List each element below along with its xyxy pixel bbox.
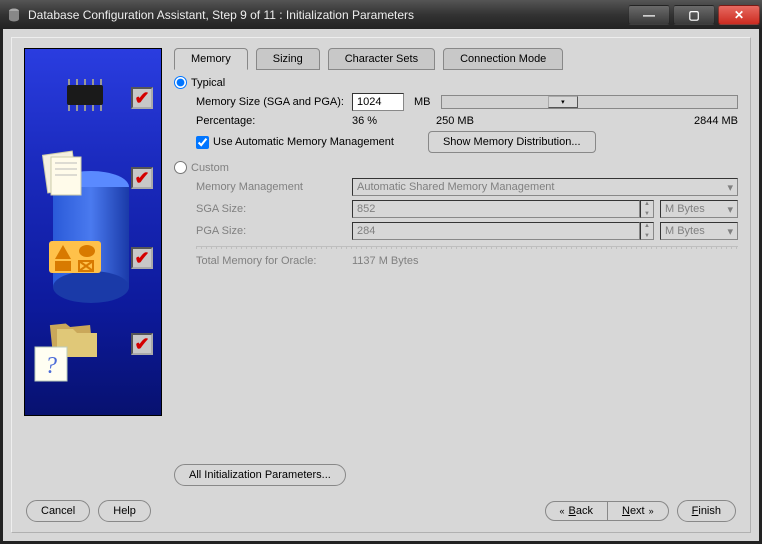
chevron-down-icon: ▾ <box>727 203 733 216</box>
total-mem-label: Total Memory for Oracle: <box>196 255 352 267</box>
step-check-icon: ✔ <box>131 333 153 355</box>
pga-size-label: PGA Size: <box>196 225 352 237</box>
sga-spinner: ▲▼ <box>640 200 654 218</box>
custom-label: Custom <box>191 162 229 174</box>
chevron-down-icon: ▾ <box>727 181 733 194</box>
use-amm-label: Use Automatic Memory Management <box>213 136 394 148</box>
pga-unit-value: M Bytes <box>665 225 705 237</box>
help-button[interactable]: Help <box>98 500 151 522</box>
sga-unit-value: M Bytes <box>665 203 705 215</box>
tabs: Memory Sizing Character Sets Connection … <box>174 48 738 70</box>
tab-memory[interactable]: Memory <box>174 48 248 70</box>
percentage-label: Percentage: <box>196 115 352 127</box>
finish-button[interactable]: Finish <box>677 500 736 522</box>
pga-unit-select: M Bytes ▾ <box>660 222 738 240</box>
mem-size-label: Memory Size (SGA and PGA): <box>196 96 352 108</box>
back-button[interactable]: «Back <box>546 502 607 520</box>
sga-size-input <box>352 200 640 218</box>
question-note-icon: ? <box>31 343 75 387</box>
dbca-window: Database Configuration Assistant, Step 9… <box>0 0 762 544</box>
pga-spinner: ▲▼ <box>640 222 654 240</box>
slider-min-label: 250 MB <box>436 115 474 127</box>
custom-radio[interactable] <box>174 161 187 174</box>
close-button[interactable]: ✕ <box>718 5 760 25</box>
app-icon <box>6 7 22 23</box>
mem-mgmt-label: Memory Management <box>196 181 352 193</box>
minimize-button[interactable]: — <box>628 5 670 25</box>
all-init-params-button[interactable]: All Initialization Parameters... <box>174 464 346 486</box>
slider-thumb-icon[interactable]: ▾ <box>548 96 578 108</box>
wizard-footer: Cancel Help «Back Next» Finish <box>12 492 750 532</box>
sga-size-label: SGA Size: <box>196 203 352 215</box>
use-amm-checkbox[interactable] <box>196 136 209 149</box>
maximize-button[interactable]: ▢ <box>673 5 715 25</box>
mem-size-input[interactable] <box>352 93 404 111</box>
chevron-right-icon: » <box>649 506 654 516</box>
next-button[interactable]: Next» <box>607 502 668 520</box>
step-check-icon: ✔ <box>131 247 153 269</box>
chevron-down-icon: ▾ <box>727 225 733 238</box>
tab-connection-mode[interactable]: Connection Mode <box>443 48 563 70</box>
tab-sizing[interactable]: Sizing <box>256 48 320 70</box>
total-mem-value: 1137 M Bytes <box>352 255 418 267</box>
titlebar: Database Configuration Assistant, Step 9… <box>0 0 762 29</box>
divider <box>196 246 738 249</box>
tab-character-sets[interactable]: Character Sets <box>328 48 435 70</box>
shapes-icon <box>47 239 103 275</box>
chip-icon <box>57 77 113 113</box>
cancel-button[interactable]: Cancel <box>26 500 90 522</box>
step-check-icon: ✔ <box>131 167 153 189</box>
documents-icon <box>39 149 91 201</box>
show-memory-dist-button[interactable]: Show Memory Distribution... <box>428 131 596 153</box>
typical-label: Typical <box>191 77 225 89</box>
window-title: Database Configuration Assistant, Step 9… <box>28 8 628 22</box>
percentage-value: 36 % <box>352 115 404 127</box>
svg-text:?: ? <box>45 353 57 379</box>
step-check-icon: ✔ <box>131 87 153 109</box>
mem-mgmt-value: Automatic Shared Memory Management <box>357 181 554 193</box>
mem-mgmt-select: Automatic Shared Memory Management ▾ <box>352 178 738 196</box>
chevron-left-icon: « <box>560 506 565 516</box>
mem-size-unit: MB <box>414 96 431 108</box>
nav-group: «Back Next» <box>545 501 669 521</box>
sga-unit-select: M Bytes ▾ <box>660 200 738 218</box>
wizard-sidebar: ✔ ✔ <box>24 48 162 416</box>
pga-size-input <box>352 222 640 240</box>
mem-size-slider[interactable]: ▾ <box>441 95 739 109</box>
slider-max-label: 2844 MB <box>694 115 738 127</box>
typical-radio[interactable] <box>174 76 187 89</box>
